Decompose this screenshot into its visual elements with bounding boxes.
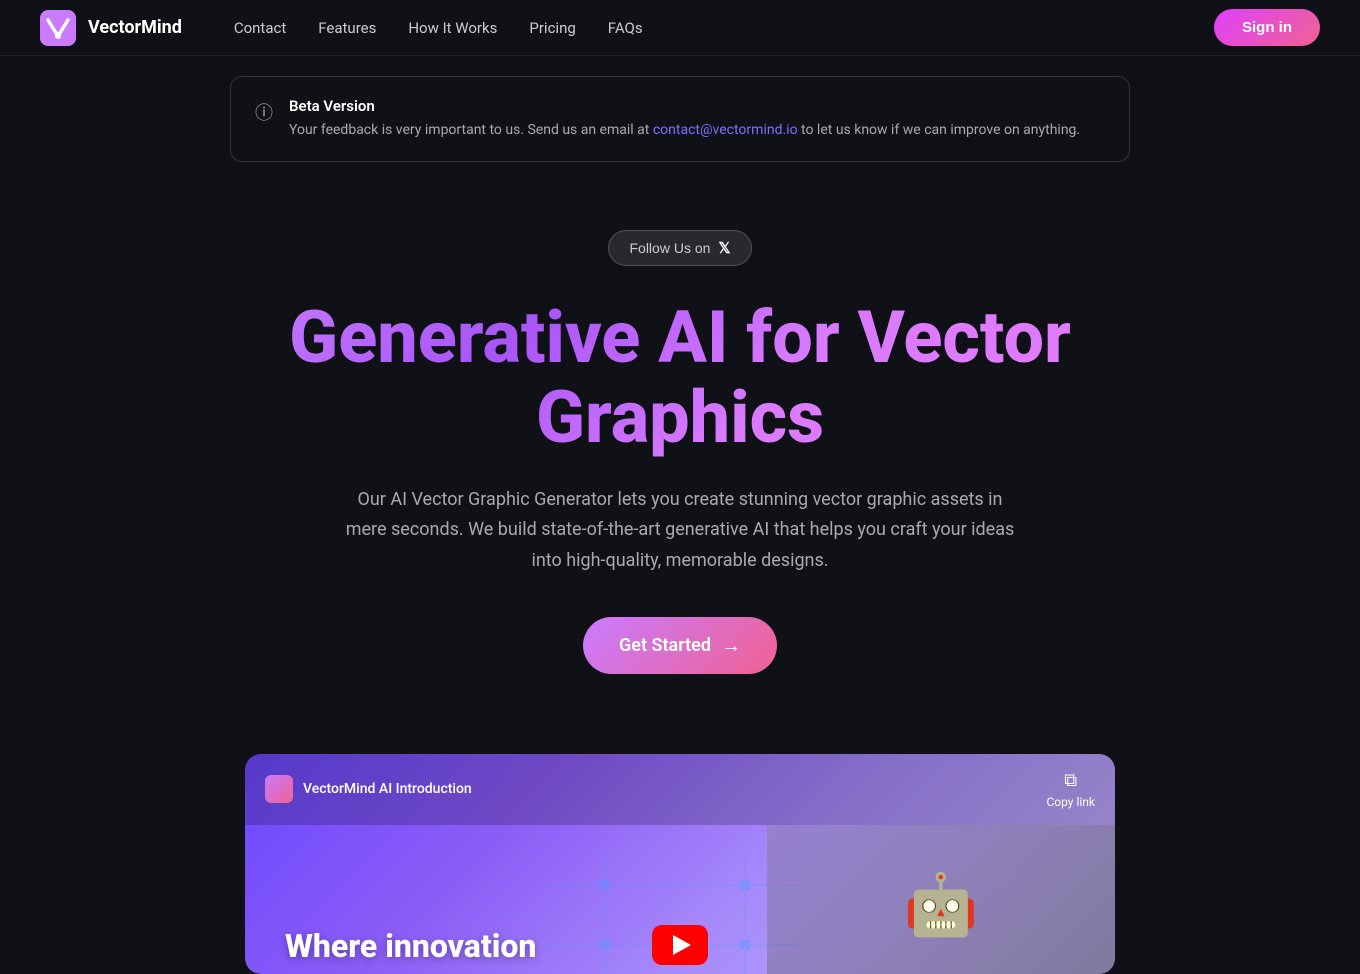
copy-icon: ⧉ [1064, 770, 1077, 791]
nav-link-faqs[interactable]: FAQs [608, 19, 643, 37]
nav-link-contact[interactable]: Contact [234, 19, 286, 37]
beta-text-after: to let us know if we can improve on anyt… [798, 122, 1081, 138]
robot-icon: 🤖 [904, 869, 979, 940]
robot-image-area: 🤖 [767, 825, 1115, 974]
beta-text-before: Your feedback is very important to us. S… [289, 122, 653, 138]
beta-banner-content: Beta Version Your feedback is very impor… [289, 97, 1080, 141]
hero-subtitle: Our AI Vector Graphic Generator lets you… [340, 485, 1020, 577]
follow-badge-button[interactable]: Follow Us on 𝕏 [608, 230, 751, 266]
logo-icon [40, 10, 76, 46]
where-innovation-label: Where innovation [285, 927, 536, 965]
sign-in-button[interactable]: Sign in [1214, 9, 1320, 46]
youtube-play-button[interactable] [652, 925, 708, 965]
x-social-icon: 𝕏 [718, 239, 730, 257]
arrow-icon: → [721, 633, 741, 658]
video-innovation-text: Where innovation [285, 927, 536, 965]
follow-badge-label: Follow Us on [629, 240, 710, 256]
video-header: VectorMind AI Introduction ⧉ Copy link [245, 754, 1115, 825]
get-started-button[interactable]: Get Started → [583, 617, 777, 674]
nav-brand: VectorMind Contact Features How It Works… [40, 10, 643, 46]
beta-title: Beta Version [289, 97, 1080, 115]
beta-banner: ⓘ Beta Version Your feedback is very imp… [230, 76, 1130, 162]
play-button-area[interactable] [652, 925, 708, 965]
video-content: 🤖 Where innovation [245, 825, 1115, 974]
get-started-label: Get Started [619, 635, 711, 656]
nav-link-how-it-works[interactable]: How It Works [408, 19, 497, 37]
copy-link-button[interactable]: ⧉ Copy link [1046, 770, 1095, 809]
copy-link-label: Copy link [1046, 795, 1095, 809]
video-section: VectorMind AI Introduction ⧉ Copy link [245, 754, 1115, 974]
hero-title: Generative AI for Vector Graphics [230, 298, 1130, 456]
nav-link-pricing[interactable]: Pricing [529, 19, 575, 37]
hero-section: Follow Us on 𝕏 Generative AI for Vector … [0, 182, 1360, 713]
nav-link-features[interactable]: Features [318, 19, 376, 37]
beta-text: Your feedback is very important to us. S… [289, 119, 1080, 141]
logo-text: VectorMind [88, 17, 182, 38]
video-header-left: VectorMind AI Introduction [265, 775, 472, 803]
play-triangle-icon [673, 935, 691, 955]
beta-email-link[interactable]: contact@vectormind.io [653, 122, 798, 138]
video-logo-icon [265, 775, 293, 803]
info-icon: ⓘ [255, 99, 273, 125]
nav-links: Contact Features How It Works Pricing FA… [234, 19, 643, 37]
navbar: VectorMind Contact Features How It Works… [0, 0, 1360, 56]
video-title: VectorMind AI Introduction [303, 781, 472, 797]
